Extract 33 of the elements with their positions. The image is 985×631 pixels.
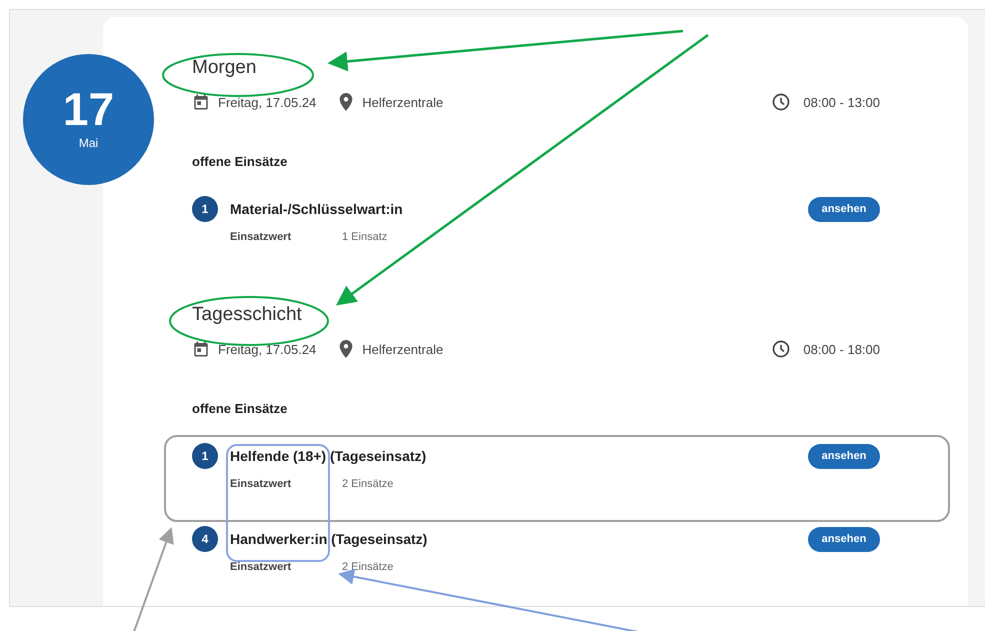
task-label: Einsatzwert: [230, 560, 292, 575]
shift-title: Morgen: [192, 56, 256, 80]
task-name: Helfende (18+) (Tageseinsatz): [230, 448, 426, 464]
clock-icon: [771, 92, 792, 112]
shift-date: Freitag, 17.05.24: [218, 342, 316, 356]
task-value: 2 Einsätze: [342, 560, 394, 575]
shift-location: Helferzentrale: [362, 342, 444, 356]
count-badge: 1: [192, 196, 218, 222]
shift-date: Freitag, 17.05.24: [218, 94, 316, 110]
task-value: 2 Einsätze: [342, 477, 394, 492]
count-badge: 4: [192, 526, 218, 552]
view-button[interactable]: ansehen: [808, 526, 880, 552]
clock-icon: [771, 339, 792, 359]
task-name: Handwerker:in (Tageseinsatz): [230, 531, 428, 547]
section-heading: offene Einsätze: [192, 400, 288, 418]
location-pin-icon: [338, 93, 354, 111]
task-name: Material-/Schlüsselwart:in: [230, 201, 403, 217]
task-label: Einsatzwert: [230, 230, 292, 245]
task-value: 1 Einsatz: [342, 230, 388, 245]
shift-time: 08:00 - 13:00: [803, 94, 880, 110]
count-badge: 1: [192, 443, 218, 469]
task-label: Einsatzwert: [230, 477, 292, 492]
view-button[interactable]: ansehen: [808, 444, 880, 468]
view-button[interactable]: ansehen: [808, 196, 880, 222]
calendar-icon: [192, 93, 210, 111]
shift-location: Helferzentrale: [362, 94, 444, 110]
shift-title: Tagesschicht: [192, 303, 302, 327]
month-label: Mai: [78, 136, 98, 150]
section-heading: offene Einsätze: [192, 153, 288, 171]
location-pin-icon: [338, 340, 354, 358]
day-number: 17: [62, 84, 114, 134]
calendar-icon: [192, 340, 210, 358]
shift-time: 08:00 - 18:00: [803, 342, 880, 356]
